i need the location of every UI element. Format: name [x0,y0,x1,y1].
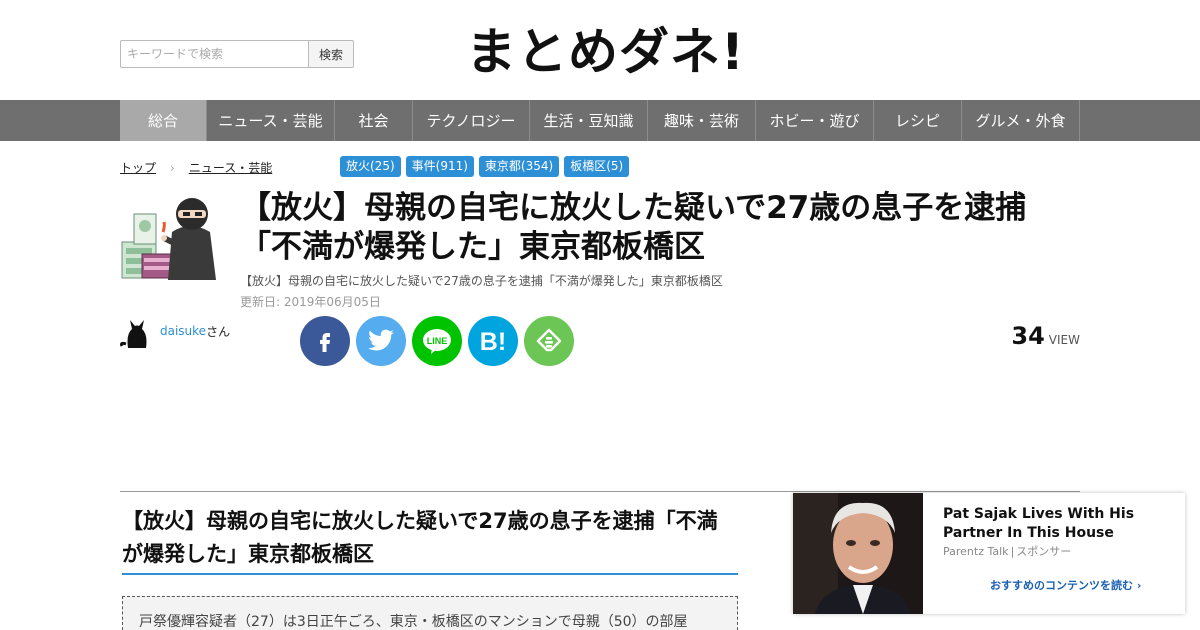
nav-item-technology[interactable]: テクノロジー [413,100,530,141]
quote-text: 戸祭優輝容疑者（27）は3日正午ごろ、東京・板橋区のマンションで母親（50）の部… [139,614,688,630]
svg-text:B!: B! [480,328,506,355]
ad-sponsor-label: スポンサー [1016,545,1072,558]
author-name-link[interactable]: daisuke [160,324,206,338]
twitter-icon [368,329,394,351]
cat-avatar-icon[interactable] [120,314,152,348]
view-count-label: VIEW [1048,333,1080,347]
line-share-button[interactable]: LINE [412,316,462,366]
section-heading: 【放火】母親の自宅に放火した疑いで27歳の息子を逮捕「不満が爆発した」東京都板橋… [122,505,738,575]
site-logo[interactable]: まとめダネ! [466,20,745,84]
nav-item-lifestyle[interactable]: 生活・豆知識 [530,100,648,141]
tag-list: 放火(25) 事件(911) 東京都(354) 板橋区(5) [340,156,630,177]
view-count: 34 VIEW [1011,322,1080,350]
ad-image[interactable] [793,493,923,614]
chevron-right-icon: › [1136,579,1142,592]
tag-tokyo[interactable]: 東京都(354) [478,156,560,177]
quote-box: 戸祭優輝容疑者（27）は3日正午ごろ、東京・板橋区のマンションで母親（50）の部… [122,596,738,630]
tag-arson[interactable]: 放火(25) [340,156,401,177]
ad-title[interactable]: Pat Sajak Lives With His Partner In This… [943,505,1173,543]
view-count-number: 34 [1011,322,1045,350]
ad-read-more-label: おすすめのコンテンツを読む [990,579,1133,592]
nav-item-arts[interactable]: 趣味・芸術 [648,100,756,141]
feedly-share-button[interactable] [524,316,574,366]
line-icon: LINE [423,329,451,354]
article-thumbnail [121,198,216,280]
article-subtitle: 【放火】母親の自宅に放火した疑いで27歳の息子を逮捕「不満が爆発した」東京都板橋… [240,274,723,288]
nav-item-news[interactable]: ニュース・芸能 [207,100,335,141]
hatena-bookmark-button[interactable]: B! [468,316,518,366]
nav-item-gourmet[interactable]: グルメ・外食 [962,100,1080,141]
hatena-icon: B! [480,328,506,355]
chevron-right-icon: › [170,160,175,175]
nav-item-recipe[interactable]: レシピ [874,100,962,141]
search-form: 検索 [120,40,354,68]
nav-item-hobby[interactable]: ホビー・遊び [756,100,874,141]
search-input[interactable] [120,40,309,68]
breadcrumb-home-link[interactable]: トップ [120,159,156,176]
updated-date: 更新日: 2019年06月05日 [240,295,381,309]
twitter-share-button[interactable] [356,316,406,366]
sponsored-ad[interactable]: Pat Sajak Lives With His Partner In This… [793,493,1185,614]
breadcrumb: トップ › ニュース・芸能 [120,159,272,176]
author-block: daisuke さん [120,314,230,348]
facebook-share-button[interactable] [300,316,350,366]
nav-item-society[interactable]: 社会 [335,100,413,141]
ad-source: Parentz Talk | スポンサー [943,545,1072,558]
facebook-icon [320,333,330,352]
share-buttons: LINE B! [300,316,574,366]
content-divider [120,491,1080,492]
ad-source-name: Parentz Talk [943,545,1009,558]
breadcrumb-category-link[interactable]: ニュース・芸能 [189,159,272,176]
feedly-icon [536,328,562,352]
article-title: 【放火】母親の自宅に放火した疑いで27歳の息子を逮捕「不満が爆発した」東京都板橋… [240,190,1027,265]
author-suffix: さん [206,324,231,339]
tag-incident[interactable]: 事件(911) [405,156,474,177]
tag-itabashi[interactable]: 板橋区(5) [564,156,630,177]
category-nav: 総合 ニュース・芸能 社会 テクノロジー 生活・豆知識 趣味・芸術 ホビー・遊び… [0,100,1200,141]
ad-read-more-link[interactable]: おすすめのコンテンツを読む › [990,577,1141,593]
search-button[interactable]: 検索 [309,40,354,68]
nav-item-general[interactable]: 総合 [120,100,207,141]
svg-text:LINE: LINE [427,336,448,346]
